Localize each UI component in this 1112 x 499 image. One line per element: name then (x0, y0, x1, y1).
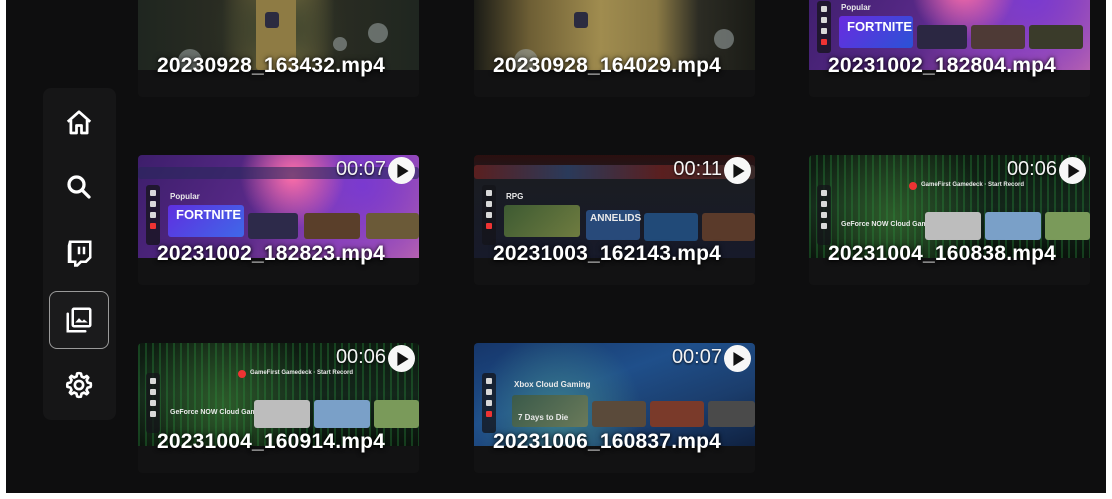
video-card[interactable]: Xbox Cloud Gaming 7 Days to Die 00:07 20… (474, 343, 755, 473)
sidebar-item-gallery[interactable] (49, 291, 109, 349)
video-duration: 00:07 (335, 158, 386, 180)
play-icon (396, 163, 409, 178)
home-icon (66, 110, 92, 135)
video-filename: 20230928_163432.mp4 (157, 54, 386, 77)
video-duration: 00:06 (335, 346, 386, 368)
video-duration: 00:11 (673, 158, 722, 180)
twitch-icon (67, 240, 92, 267)
play-icon (732, 351, 745, 366)
sidebar-nav (43, 88, 116, 420)
video-filename: 20231006_160837.mp4 (493, 430, 722, 453)
video-filename: 20230928_164029.mp4 (493, 54, 722, 77)
sidebar-item-settings[interactable] (49, 356, 109, 414)
gear-icon (65, 371, 93, 399)
gallery-screen: 20230928_163432.mp4 20230928_164029.mp4 … (6, 0, 1106, 493)
video-card[interactable]: 20230928_163432.mp4 (138, 0, 419, 97)
play-button[interactable] (388, 345, 415, 372)
play-button[interactable] (388, 157, 415, 184)
sidebar-item-home[interactable] (49, 94, 109, 152)
gallery-icon (66, 307, 92, 333)
video-filename: 20231002_182804.mp4 (828, 54, 1057, 77)
video-card[interactable]: GameFirst Gamedeck · Start Record GeForc… (809, 155, 1090, 285)
sidebar-item-twitch[interactable] (49, 224, 109, 282)
play-icon (1067, 163, 1080, 178)
video-card[interactable]: GameFirst Gamedeck · Start Record GeForc… (138, 343, 419, 473)
play-icon (732, 163, 745, 178)
video-card[interactable]: 20230928_164029.mp4 (474, 0, 755, 97)
play-button[interactable] (724, 345, 751, 372)
video-filename: 20231002_182823.mp4 (157, 242, 386, 265)
video-card[interactable]: RPG ANNELIDS 00:11 20231003_162143.mp4 (474, 155, 755, 285)
sidebar-item-search[interactable] (49, 158, 109, 216)
video-card[interactable]: Popular FORTNITE 20231002_182804.mp4 (809, 0, 1090, 97)
video-card[interactable]: Popular FORTNITE 00:07 20231002_182823.m… (138, 155, 419, 285)
play-icon (396, 351, 409, 366)
search-icon (67, 175, 91, 199)
video-filename: 20231004_160838.mp4 (828, 242, 1057, 265)
play-button[interactable] (1059, 157, 1086, 184)
video-duration: 00:06 (1006, 158, 1057, 180)
video-duration: 00:07 (671, 346, 722, 368)
video-filename: 20231003_162143.mp4 (493, 242, 722, 265)
play-button[interactable] (724, 157, 751, 184)
video-filename: 20231004_160914.mp4 (157, 430, 386, 453)
